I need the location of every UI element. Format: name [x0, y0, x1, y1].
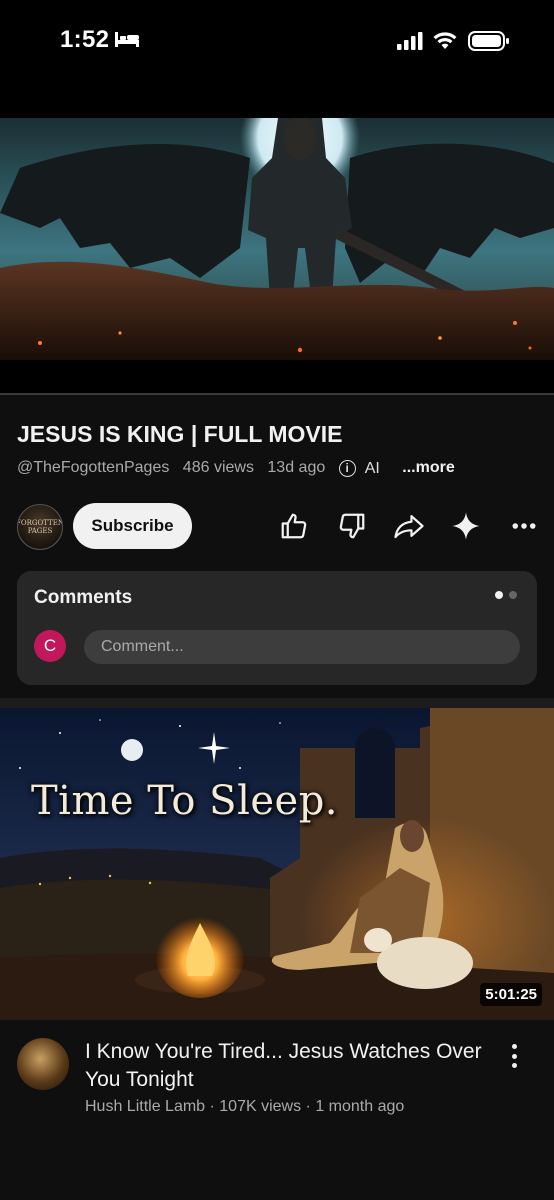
upload-age: 13d ago [267, 459, 326, 476]
ai-label: AI [364, 459, 380, 477]
comments-card[interactable]: Comments C [17, 571, 537, 685]
share-button[interactable] [393, 510, 425, 542]
carousel-dot [509, 591, 517, 599]
ask-ai-button[interactable] [450, 510, 482, 542]
user-avatar: C [34, 630, 66, 662]
sparkle-icon [452, 512, 480, 540]
recommended-menu-button[interactable] [504, 1042, 524, 1070]
channel-handle[interactable]: @TheFogottenPages [17, 459, 169, 476]
status-time: 1:52 [60, 26, 110, 53]
comment-input[interactable] [84, 630, 520, 664]
like-icon [281, 513, 307, 539]
menu-dot [511, 1053, 517, 1059]
comments-title: Comments [34, 587, 133, 608]
dislike-button[interactable] [336, 510, 368, 542]
video-frame[interactable] [0, 118, 554, 360]
bed-icon [115, 32, 139, 47]
share-icon [394, 515, 424, 539]
more-options-button[interactable] [508, 510, 540, 542]
cellular-signal-icon [397, 32, 423, 50]
video-player[interactable] [0, 82, 554, 395]
ai-badge[interactable]: i AI [338, 459, 389, 478]
section-separator [0, 698, 554, 708]
avatar-text-1: FORGOTTEN [17, 519, 63, 527]
more-options-icon [512, 523, 536, 529]
like-button[interactable] [278, 510, 310, 542]
recommended-video-info[interactable]: I Know You're Tired... Jesus Watches Ove… [0, 1020, 554, 1200]
recommended-channel-avatar[interactable] [17, 1038, 69, 1090]
channel-avatar[interactable]: FORGOTTEN PAGES [17, 504, 63, 550]
more-link[interactable]: ...more [402, 459, 454, 476]
dislike-icon [339, 513, 365, 539]
wifi-icon [433, 32, 457, 49]
info-icon: i [338, 460, 356, 477]
battery-icon [468, 31, 509, 51]
thumbnail-image [0, 708, 554, 1020]
carousel-dot-active [495, 591, 503, 599]
recommended-thumbnail[interactable]: Time To Sleep. 5:01:25 [0, 708, 554, 1020]
video-meta[interactable]: @TheFogottenPages 486 views 13d ago i AI … [17, 459, 464, 478]
recommended-title[interactable]: I Know You're Tired... Jesus Watches Ove… [85, 1038, 495, 1094]
avatar-text-2: PAGES [27, 527, 53, 535]
action-row: FORGOTTEN PAGES Subscribe [0, 502, 554, 550]
duration-badge: 5:01:25 [480, 983, 542, 1006]
status-bar: 1:52 [0, 0, 554, 82]
menu-dot [511, 1044, 517, 1049]
menu-dot [511, 1063, 517, 1068]
video-title: JESUS IS KING | FULL MOVIE [17, 421, 343, 447]
thumbnail-text: Time To Sleep. [31, 778, 339, 824]
view-count: 486 views [182, 459, 254, 476]
subscribe-button[interactable]: Subscribe [73, 503, 192, 549]
recommended-meta: Hush Little Lamb · 107K views · 1 month … [85, 1098, 405, 1115]
carousel-dots [495, 591, 517, 599]
video-details: JESUS IS KING | FULL MOVIE @TheFogottenP… [0, 395, 554, 698]
